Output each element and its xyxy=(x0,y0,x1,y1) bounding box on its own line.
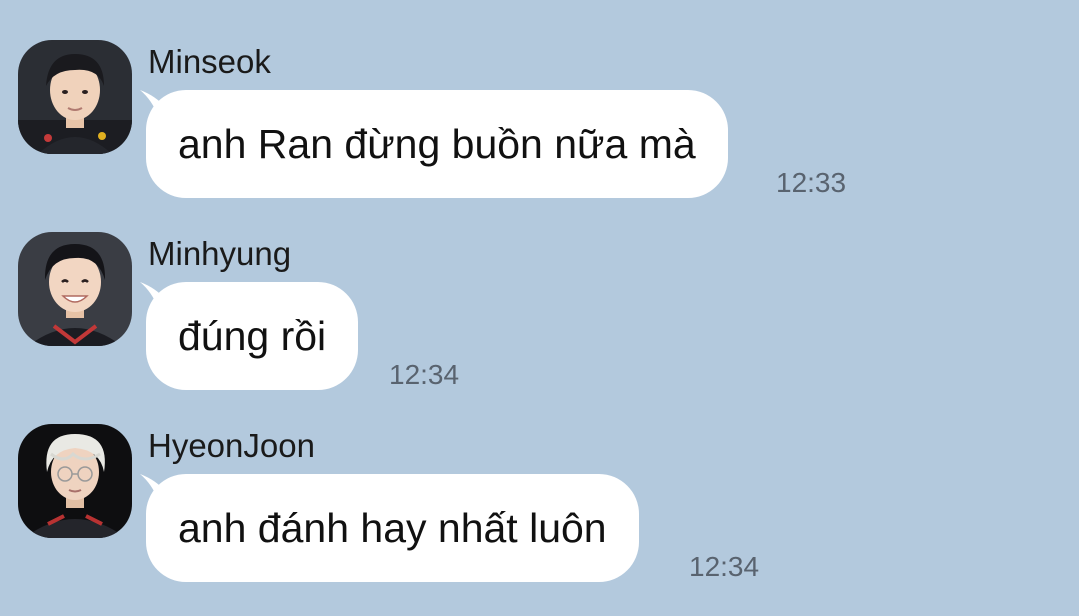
message-timestamp: 12:34 xyxy=(689,551,760,582)
avatar[interactable] xyxy=(18,232,132,346)
message-row: Minseok anh Ran đừng buồn nữa mà 12:33 xyxy=(0,40,1079,232)
message-bubble[interactable]: anh đánh hay nhất luôn xyxy=(146,474,639,582)
avatar[interactable] xyxy=(18,424,132,538)
message-timestamp: 12:33 xyxy=(776,167,847,198)
sender-name: Minseok xyxy=(148,43,271,80)
sender-name: HyeonJoon xyxy=(148,427,315,464)
message-timestamp: 12:34 xyxy=(389,359,460,390)
avatar-icon xyxy=(18,232,132,346)
sender-name: Minhyung xyxy=(148,235,292,272)
avatar-icon xyxy=(18,40,132,154)
message-row: Minhyung đúng rồi 12:34 xyxy=(0,232,1079,424)
message-row: HyeonJoon anh đánh hay nhất luôn 12:34 xyxy=(0,424,1079,616)
avatar[interactable] xyxy=(18,40,132,154)
chat-message-list: Minseok anh Ran đừng buồn nữa mà 12:33 M… xyxy=(0,0,1079,608)
avatar-icon xyxy=(18,424,132,538)
message-bubble[interactable]: anh Ran đừng buồn nữa mà xyxy=(146,90,728,198)
message-bubble[interactable]: đúng rồi xyxy=(146,282,359,390)
